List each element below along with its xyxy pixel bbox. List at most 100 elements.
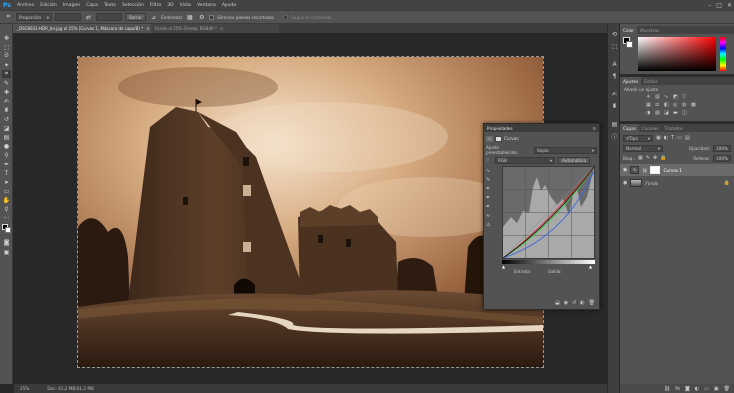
- brush-tool-icon[interactable]: ✍: [2, 97, 11, 105]
- quick-mask-icon[interactable]: ◙: [2, 238, 11, 246]
- close-tab-icon[interactable]: ×: [146, 26, 149, 31]
- exposure-icon[interactable]: ◩: [673, 94, 682, 100]
- curves-icon[interactable]: ∿: [664, 94, 673, 100]
- trash-icon[interactable]: 🗑: [724, 386, 730, 392]
- shape-tool-icon[interactable]: ▭: [2, 187, 11, 195]
- auto-button[interactable]: Automático: [558, 156, 591, 164]
- threshold-icon[interactable]: ◪: [664, 110, 673, 116]
- new-layer-icon[interactable]: ▣: [714, 386, 719, 392]
- gradient-map-icon[interactable]: ▬: [673, 110, 682, 116]
- tab-paths[interactable]: Trazados: [662, 124, 686, 132]
- chain-icon[interactable]: ⛓: [642, 168, 647, 173]
- close-tab-icon[interactable]: ×: [220, 26, 223, 31]
- lock-position-icon[interactable]: ✥: [653, 155, 657, 161]
- color-swatches[interactable]: [2, 224, 11, 234]
- menu-seleccion[interactable]: Selección: [119, 3, 147, 8]
- hue-sat-icon[interactable]: ▦: [646, 102, 655, 108]
- more-tools-icon[interactable]: ···: [2, 214, 11, 222]
- black-point-slider[interactable]: ▲: [502, 264, 505, 269]
- magic-wand-icon[interactable]: ✦: [2, 61, 11, 69]
- black-eyedropper-icon[interactable]: ✒: [486, 186, 493, 192]
- menu-capa[interactable]: Capa: [83, 3, 101, 8]
- menu-archivo[interactable]: Archivo: [14, 3, 37, 8]
- eraser-icon[interactable]: ◪: [2, 124, 11, 132]
- menu-vista[interactable]: Vista: [177, 3, 194, 8]
- blend-mode-select[interactable]: Normal ▾: [623, 144, 663, 152]
- properties-icon[interactable]: ▤: [610, 120, 619, 129]
- add-mask-icon[interactable]: ◙: [685, 386, 690, 392]
- link-layers-icon[interactable]: ⛓: [664, 386, 670, 392]
- info-icon[interactable]: ⓘ: [610, 132, 619, 141]
- filter-type-icon[interactable]: T: [671, 135, 674, 141]
- color-field[interactable]: [638, 37, 716, 71]
- gray-eyedropper-icon[interactable]: ✒: [486, 195, 493, 201]
- straighten-label[interactable]: Enderezar: [161, 15, 182, 20]
- brush-presets-icon[interactable]: ✍: [610, 90, 619, 99]
- layer-name[interactable]: Curvas 1: [663, 168, 682, 173]
- lock-all-icon[interactable]: 🔒: [660, 155, 666, 161]
- zoom-tool-icon[interactable]: ⚲: [2, 205, 11, 213]
- fill-input[interactable]: 100%: [713, 154, 731, 162]
- move-tool-icon[interactable]: ✥: [2, 34, 11, 42]
- path-selection-icon[interactable]: ➤: [2, 178, 11, 186]
- clear-button[interactable]: Borrar: [125, 13, 147, 21]
- menu-texto[interactable]: Texto: [101, 3, 119, 8]
- marquee-tool-icon[interactable]: ⬚: [2, 43, 11, 51]
- layer-style-icon[interactable]: fx: [675, 386, 680, 392]
- opacity-input[interactable]: 100%: [713, 144, 731, 152]
- black-white-icon[interactable]: ◧: [664, 102, 673, 108]
- filter-smart-icon[interactable]: ▤: [685, 135, 690, 141]
- gradient-tool-icon[interactable]: ▤: [2, 133, 11, 141]
- layer-row-curves[interactable]: ◉ ∿ ⛓ Curvas 1: [620, 164, 734, 176]
- menu-filtro[interactable]: Filtro: [147, 3, 164, 8]
- clip-to-layer-icon[interactable]: ⬓: [555, 300, 560, 308]
- panel-menu-icon[interactable]: ≡: [592, 126, 599, 131]
- invert-icon[interactable]: ◑: [646, 110, 655, 116]
- clone-stamp-icon[interactable]: ♜: [2, 106, 11, 114]
- photo-filter-icon[interactable]: ◎: [673, 102, 682, 108]
- color-lookup-icon[interactable]: ▩: [691, 102, 700, 108]
- clone-source-icon[interactable]: ♜: [610, 102, 619, 111]
- menu-3d[interactable]: 3D: [164, 3, 176, 8]
- eye-icon[interactable]: ◉: [623, 180, 627, 186]
- filter-shape-icon[interactable]: ▭: [677, 135, 682, 141]
- hand-tool-icon[interactable]: ✋: [2, 196, 11, 204]
- levels-icon[interactable]: ▥: [655, 94, 664, 100]
- selective-color-icon[interactable]: ◫: [682, 110, 691, 116]
- layer-name[interactable]: Fondo: [645, 181, 658, 186]
- lock-paint-icon[interactable]: ✎: [646, 155, 650, 161]
- type-tool-icon[interactable]: T: [2, 169, 11, 177]
- healing-brush-icon[interactable]: ✚: [2, 88, 11, 96]
- tab-swatches[interactable]: Muestras: [637, 26, 662, 34]
- gear-icon[interactable]: ⚙: [197, 13, 206, 21]
- layer-filter-select[interactable]: ⚲ Tipo ▾: [623, 134, 653, 142]
- document-canvas-image[interactable]: [77, 56, 544, 368]
- curves-graph[interactable]: [502, 166, 595, 259]
- eyedropper-icon[interactable]: ✎: [2, 79, 11, 87]
- trash-icon[interactable]: 🗑: [589, 300, 595, 308]
- smooth-icon[interactable]: ≈: [486, 213, 493, 219]
- history-brush-icon[interactable]: ↺: [2, 115, 11, 123]
- reset-icon[interactable]: ↺: [572, 300, 576, 308]
- filter-adjust-icon[interactable]: ◐: [664, 135, 668, 141]
- screen-mode-icon[interactable]: ▣: [2, 248, 11, 256]
- tab-adjustments[interactable]: Ajustes: [620, 77, 642, 85]
- tab-styles[interactable]: Estilos: [641, 77, 661, 85]
- hand-adjust-icon[interactable]: ☝: [486, 157, 492, 163]
- view-previous-icon[interactable]: ◉: [564, 300, 568, 308]
- blur-tool-icon[interactable]: ●: [2, 142, 11, 150]
- menu-edicion[interactable]: Edición: [37, 3, 60, 8]
- document-tab[interactable]: Fondo al 25% (Fondo, RGB/8) * ×: [151, 24, 279, 33]
- lasso-tool-icon[interactable]: ᘐ: [2, 52, 11, 60]
- vibrance-icon[interactable]: ▽: [682, 94, 691, 100]
- aspect-ratio-select[interactable]: Proporción ▾: [16, 13, 52, 21]
- tab-color[interactable]: Color: [620, 26, 637, 34]
- crop-tool-icon[interactable]: ⌗: [4, 13, 13, 21]
- posterize-icon[interactable]: ▨: [655, 110, 664, 116]
- history-icon[interactable]: ⟲: [610, 30, 619, 39]
- visibility-icon[interactable]: ◐: [580, 300, 584, 308]
- zoom-level[interactable]: 25%: [20, 386, 29, 391]
- pencil-icon[interactable]: ✎: [486, 177, 493, 183]
- close-icon[interactable]: ✕: [727, 2, 732, 9]
- menu-ventana[interactable]: Ventana: [194, 3, 219, 8]
